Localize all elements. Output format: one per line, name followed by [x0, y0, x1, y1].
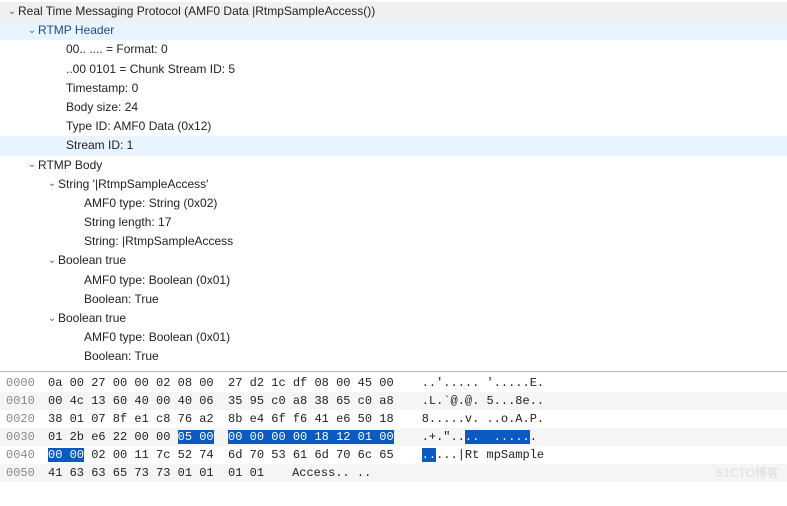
- rtmp-header-row[interactable]: ⌄ RTMP Header: [0, 21, 787, 40]
- field-body-size[interactable]: Body size: 24: [0, 98, 787, 117]
- hex-offset: 0020: [6, 410, 48, 428]
- boolean-node-2[interactable]: ⌄ Boolean true: [0, 309, 787, 328]
- hex-offset: 0010: [6, 392, 48, 410]
- field-string-value[interactable]: String: |RtmpSampleAccess: [0, 232, 787, 251]
- field-amf0-type[interactable]: AMF0 type: String (0x02): [0, 194, 787, 213]
- field-stream-id[interactable]: Stream ID: 1: [0, 136, 787, 155]
- selected-ascii: ..: [422, 448, 436, 462]
- hex-row[interactable]: 0000 0a 00 27 00 00 02 08 00 27 d2 1c df…: [0, 374, 787, 392]
- rtmp-body-label: RTMP Body: [38, 156, 102, 175]
- field-timestamp[interactable]: Timestamp: 0: [0, 79, 787, 98]
- chevron-down-icon[interactable]: ⌄: [46, 176, 58, 192]
- field-format[interactable]: 00.. .... = Format: 0: [0, 40, 787, 59]
- packet-details-tree[interactable]: ⌄ Real Time Messaging Protocol (AMF0 Dat…: [0, 0, 787, 371]
- selected-bytes: 05 00: [178, 430, 214, 444]
- string-node[interactable]: ⌄ String '|RtmpSampleAccess': [0, 175, 787, 194]
- hex-row[interactable]: 0030 01 2b e6 22 00 00 05 00 00 00 00 00…: [0, 428, 787, 446]
- hex-offset: 0040: [6, 446, 48, 464]
- hex-dump-pane[interactable]: 0000 0a 00 27 00 00 02 08 00 27 d2 1c df…: [0, 371, 787, 486]
- hex-offset: 0030: [6, 428, 48, 446]
- chevron-down-icon[interactable]: ⌄: [46, 311, 58, 327]
- chevron-down-icon[interactable]: ⌄: [26, 23, 38, 39]
- rtmp-body-row[interactable]: ⌄ RTMP Body: [0, 156, 787, 175]
- field-boolean-value[interactable]: Boolean: True: [0, 347, 787, 366]
- selected-ascii: .. .....: [465, 430, 530, 444]
- selected-bytes: 00 00: [48, 448, 84, 462]
- selected-bytes: 00 00 00 00 18 12 01 00: [228, 430, 394, 444]
- rtmp-header-label: RTMP Header: [38, 21, 114, 40]
- chevron-down-icon[interactable]: ⌄: [26, 157, 38, 173]
- hex-row[interactable]: 0020 38 01 07 8f e1 c8 76 a2 8b e4 6f f6…: [0, 410, 787, 428]
- field-string-length[interactable]: String length: 17: [0, 213, 787, 232]
- field-type-id[interactable]: Type ID: AMF0 Data (0x12): [0, 117, 787, 136]
- hex-offset: 0050: [6, 464, 48, 482]
- hex-row[interactable]: 0010 00 4c 13 60 40 00 40 06 35 95 c0 a8…: [0, 392, 787, 410]
- hex-row[interactable]: 0050 41 63 63 65 73 73 01 01 01 01 Acces…: [0, 464, 787, 482]
- field-amf0-type[interactable]: AMF0 type: Boolean (0x01): [0, 271, 787, 290]
- hex-offset: 0000: [6, 374, 48, 392]
- protocol-title: Real Time Messaging Protocol (AMF0 Data …: [18, 2, 375, 21]
- boolean-node-1[interactable]: ⌄ Boolean true: [0, 251, 787, 270]
- field-boolean-value[interactable]: Boolean: True: [0, 290, 787, 309]
- watermark: 51CTO博客: [717, 464, 779, 482]
- hex-row[interactable]: 0040 00 00 02 00 11 7c 52 74 6d 70 53 61…: [0, 446, 787, 464]
- field-chunk-stream-id[interactable]: ..00 0101 = Chunk Stream ID: 5: [0, 60, 787, 79]
- field-amf0-type[interactable]: AMF0 type: Boolean (0x01): [0, 328, 787, 347]
- chevron-down-icon[interactable]: ⌄: [46, 253, 58, 269]
- chevron-down-icon[interactable]: ⌄: [6, 4, 18, 20]
- protocol-title-row[interactable]: ⌄ Real Time Messaging Protocol (AMF0 Dat…: [0, 2, 787, 21]
